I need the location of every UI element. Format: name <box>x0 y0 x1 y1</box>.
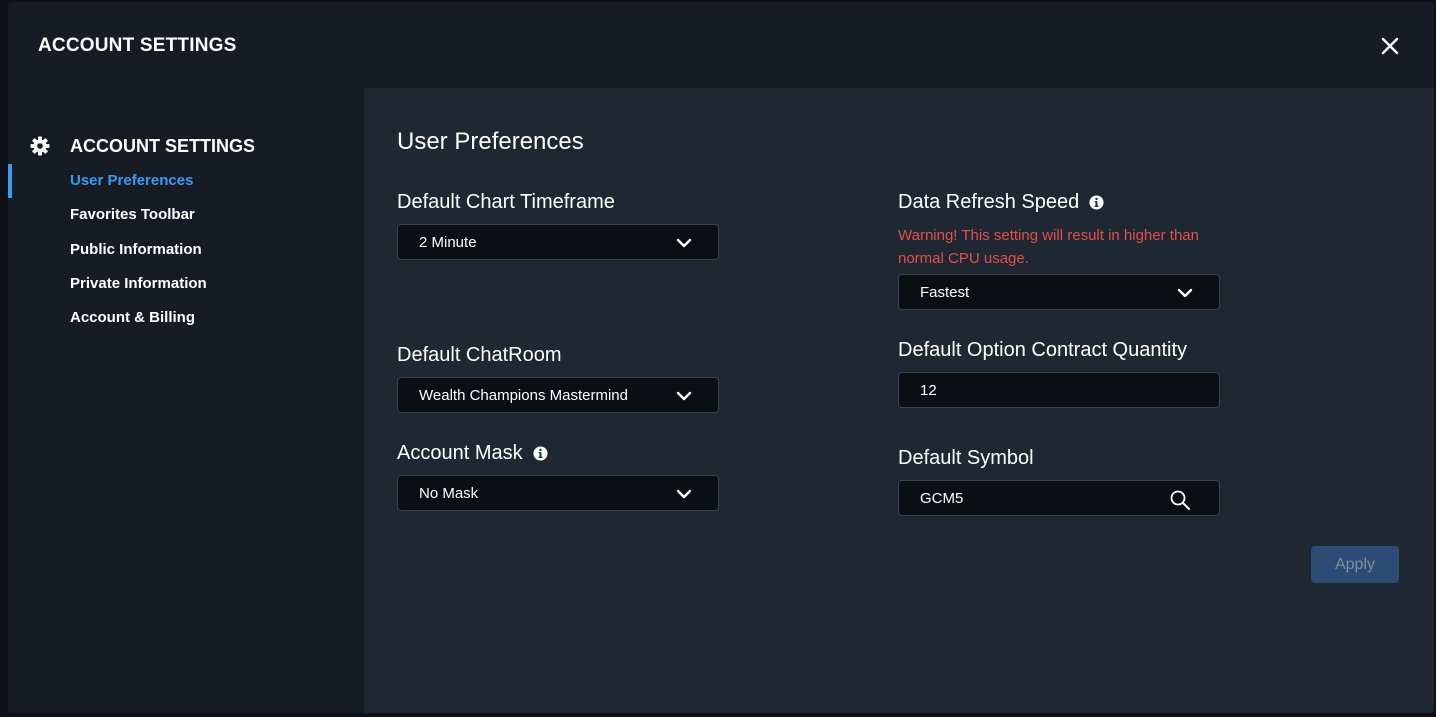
apply-button[interactable]: Apply <box>1311 546 1399 583</box>
gear-icon <box>30 136 50 156</box>
default-symbol-label: Default Symbol <box>898 447 1034 470</box>
chart-timeframe-label: Default Chart Timeframe <box>397 191 615 214</box>
sidebar-title: ACCOUNT SETTINGS <box>70 135 256 156</box>
sidebar-item-account-billing[interactable]: Account & Billing <box>70 309 195 326</box>
info-icon[interactable] <box>533 446 548 461</box>
cpu-usage-warning: Warning! This setting will result in hig… <box>898 227 1199 267</box>
chatroom-label-text: Default ChatRoom <box>397 344 562 366</box>
option-quantity-label: Default Option Contract Quantity <box>898 339 1187 362</box>
chevron-down-icon <box>1177 288 1193 298</box>
settings-sidebar: ACCOUNT SETTINGS User Preferences Favori… <box>8 88 364 713</box>
modal-title: ACCOUNT SETTINGS <box>38 35 237 56</box>
chatroom-value: Wealth Champions Mastermind <box>419 387 628 404</box>
chart-timeframe-label-text: Default Chart Timeframe <box>397 191 615 213</box>
chevron-down-icon <box>676 489 692 499</box>
chatroom-label: Default ChatRoom <box>397 344 562 367</box>
account-mask-label-text: Account Mask <box>397 442 523 464</box>
refresh-speed-label: Data Refresh Speed <box>898 191 1104 214</box>
preferences-panel: User Preferences Default Chart Timeframe… <box>364 88 1434 713</box>
refresh-speed-value: Fastest <box>920 284 970 301</box>
option-quantity-value: 12 <box>920 382 937 399</box>
default-symbol-label-text: Default Symbol <box>898 447 1034 469</box>
info-icon[interactable] <box>1089 195 1104 210</box>
sidebar-item-public-information[interactable]: Public Information <box>70 241 202 258</box>
account-mask-select[interactable]: No Mask <box>397 475 719 511</box>
refresh-speed-select[interactable]: Fastest <box>898 274 1220 310</box>
chart-timeframe-select[interactable]: 2 Minute <box>397 224 719 260</box>
chatroom-select[interactable]: Wealth Champions Mastermind <box>397 377 719 413</box>
close-icon <box>1381 37 1399 55</box>
chevron-down-icon <box>676 238 692 248</box>
default-symbol-input[interactable]: GCM5 <box>898 480 1220 516</box>
account-settings-modal: ACCOUNT SETTINGS ACCOUNT SETTINGS User P… <box>8 2 1434 713</box>
modal-header: ACCOUNT SETTINGS <box>8 2 1434 88</box>
chart-timeframe-value: 2 Minute <box>419 234 477 251</box>
option-quantity-label-text: Default Option Contract Quantity <box>898 339 1188 361</box>
sidebar-item-private-information[interactable]: Private Information <box>70 275 207 292</box>
search-icon[interactable] <box>1169 489 1191 511</box>
active-nav-indicator <box>8 164 12 198</box>
option-quantity-input[interactable]: 12 <box>898 372 1220 408</box>
sidebar-item-user-preferences[interactable]: User Preferences <box>70 172 193 189</box>
default-symbol-value: GCM5 <box>920 490 964 507</box>
refresh-speed-label-text: Data Refresh Speed <box>898 191 1080 213</box>
account-mask-label: Account Mask <box>397 442 548 465</box>
close-button[interactable] <box>1378 34 1402 58</box>
account-mask-value: No Mask <box>419 485 479 502</box>
sidebar-item-favorites-toolbar[interactable]: Favorites Toolbar <box>70 206 195 223</box>
section-title: User Preferences <box>397 128 584 155</box>
sidebar-header: ACCOUNT SETTINGS <box>30 134 255 158</box>
chevron-down-icon <box>676 391 692 401</box>
